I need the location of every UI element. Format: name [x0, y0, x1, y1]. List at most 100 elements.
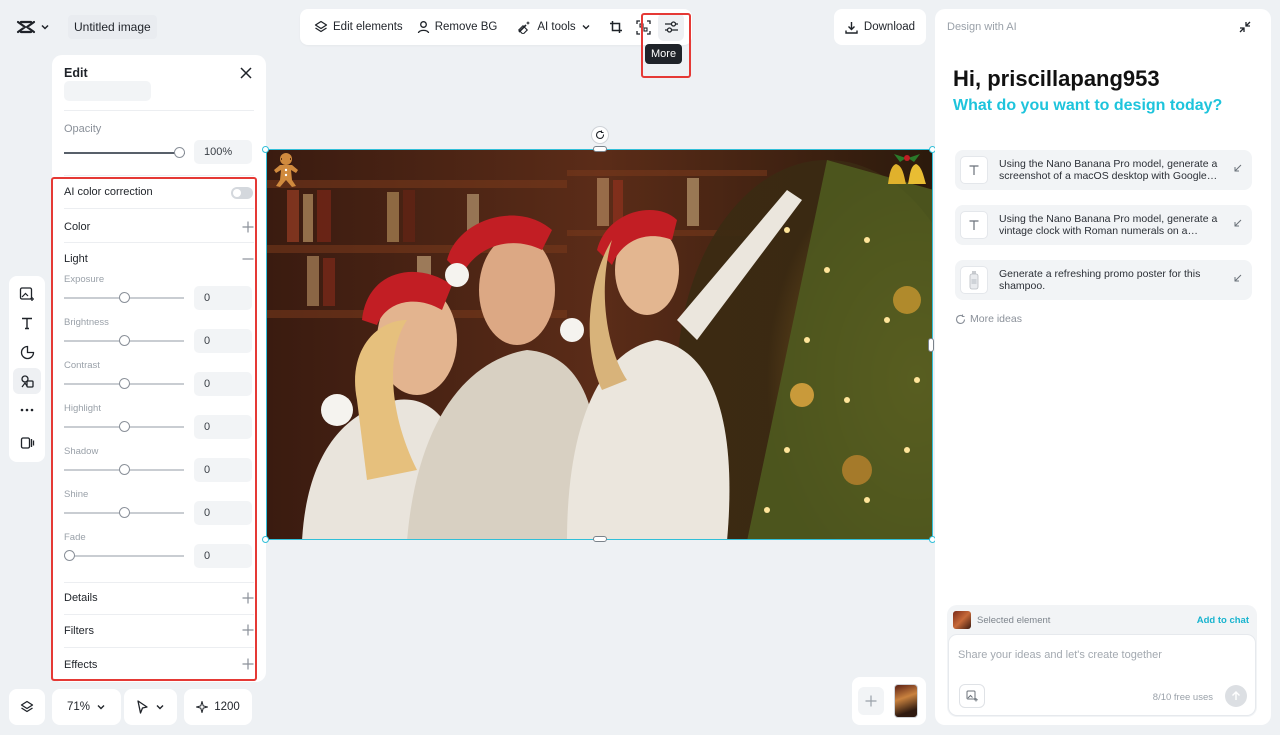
- opacity-slider-knob[interactable]: [174, 147, 185, 158]
- selected-element-label: Selected element: [977, 614, 1051, 626]
- add-to-chat-button[interactable]: Add to chat: [1197, 615, 1249, 626]
- slider-track: [64, 555, 184, 557]
- credits-value: 1200: [214, 701, 240, 713]
- adjust-value-shine[interactable]: 0: [194, 501, 252, 525]
- ai-tools-button[interactable]: AI tools: [511, 13, 596, 41]
- crop-icon: [609, 21, 622, 33]
- rotate-handle[interactable]: [591, 126, 609, 144]
- sliders-icon: [664, 21, 678, 33]
- slider-knob[interactable]: [118, 507, 130, 518]
- plus-icon: [242, 624, 254, 636]
- collapse-panel-button[interactable]: [1239, 21, 1251, 33]
- close-button[interactable]: [240, 67, 252, 79]
- resize-handle-right[interactable]: [928, 338, 934, 352]
- adjust-slider-exposure[interactable]: [64, 291, 184, 305]
- send-button[interactable]: [1225, 685, 1247, 707]
- slider-knob[interactable]: [64, 550, 75, 561]
- adjust-slider-contrast[interactable]: [64, 377, 184, 391]
- color-section-label: Color: [64, 221, 91, 233]
- edit-chip[interactable]: [64, 81, 151, 101]
- plus-icon: [242, 658, 254, 670]
- rail-more-button[interactable]: [13, 397, 41, 423]
- idea-card[interactable]: Using the Nano Banana Pro model, generat…: [955, 205, 1252, 245]
- plus-icon: [242, 221, 254, 233]
- rail-text-button[interactable]: [13, 310, 41, 336]
- rail-upload-image-button[interactable]: [13, 281, 41, 307]
- text-icon: [22, 317, 32, 330]
- bells-sticker[interactable]: [886, 150, 928, 190]
- resize-handle-top[interactable]: [593, 146, 607, 152]
- slider-knob[interactable]: [118, 464, 130, 475]
- adjust-slider-brightness[interactable]: [64, 334, 184, 348]
- smart-select-button[interactable]: [630, 13, 656, 41]
- document-title[interactable]: Untitled image: [68, 15, 157, 39]
- resize-handle-bottom[interactable]: [593, 536, 607, 542]
- adjust-value-contrast[interactable]: 0: [194, 372, 252, 396]
- idea-text: Using the Nano Banana Pro model, generat…: [999, 158, 1218, 182]
- details-expand-button[interactable]: [242, 592, 254, 604]
- resize-handle-bottom-left[interactable]: [262, 536, 269, 543]
- slider-knob[interactable]: [118, 421, 130, 432]
- zoom-control[interactable]: 71%: [52, 689, 121, 725]
- resize-handle-top-left[interactable]: [262, 146, 269, 153]
- more-button[interactable]: [658, 13, 684, 41]
- slider-knob[interactable]: [118, 335, 130, 346]
- adjust-value-highlight[interactable]: 0: [194, 415, 252, 439]
- download-button[interactable]: Download: [834, 9, 926, 45]
- selected-element-bar: Selected element Add to chat: [953, 610, 1249, 630]
- idea-card[interactable]: Generate a refreshing promo poster for t…: [955, 260, 1252, 300]
- adjust-slider-shadow[interactable]: [64, 463, 184, 477]
- adjust-value-exposure[interactable]: 0: [194, 286, 252, 310]
- chat-input[interactable]: Share your ideas and let's create togeth…: [948, 634, 1256, 716]
- filters-expand-button[interactable]: [242, 624, 254, 636]
- crop-button[interactable]: [603, 13, 629, 41]
- opacity-slider[interactable]: [64, 146, 185, 160]
- adjust-value-fade[interactable]: 0: [194, 544, 252, 568]
- edit-elements-label: Edit elements: [333, 21, 403, 33]
- adjust-label-shine: Shine: [64, 489, 89, 500]
- rail-shapes-button[interactable]: [13, 339, 41, 365]
- rail-elements-button[interactable]: [13, 368, 41, 394]
- more-ideas-button[interactable]: More ideas: [955, 313, 1022, 325]
- adjust-slider-shine[interactable]: [64, 506, 184, 520]
- person-icon: [417, 21, 429, 34]
- slider-knob[interactable]: [118, 378, 130, 389]
- effects-expand-button[interactable]: [242, 658, 254, 670]
- adjust-slider-fade[interactable]: [64, 549, 184, 563]
- rail-video-button[interactable]: [13, 430, 41, 456]
- attach-image-button[interactable]: [959, 684, 985, 708]
- idea-text: Using the Nano Banana Pro model, generat…: [999, 213, 1218, 237]
- adjust-value-brightness[interactable]: 0: [194, 329, 252, 353]
- canvas-image[interactable]: [266, 149, 933, 540]
- edit-panel: Edit Opacity 100% AI color correction Co…: [52, 55, 266, 682]
- layers-icon: [314, 20, 328, 33]
- page-strip: [852, 677, 926, 725]
- scan-icon: [636, 19, 651, 35]
- idea-card[interactable]: Using the Nano Banana Pro model, generat…: [955, 150, 1252, 190]
- edit-elements-button[interactable]: Edit elements: [308, 13, 409, 41]
- sparkle-icon: [196, 701, 209, 713]
- adjust-value-shadow[interactable]: 0: [194, 458, 252, 482]
- details-section-label: Details: [64, 592, 98, 604]
- app-header: Untitled image: [10, 12, 157, 42]
- gingerbread-sticker[interactable]: [272, 152, 300, 188]
- rotate-icon: [596, 130, 605, 140]
- color-expand-button[interactable]: [242, 221, 254, 233]
- opacity-value-field[interactable]: 100%: [194, 140, 252, 164]
- adjust-label-shadow: Shadow: [64, 446, 99, 457]
- slider-knob[interactable]: [118, 292, 130, 303]
- left-tool-rail: [9, 276, 45, 462]
- divider: [64, 582, 254, 583]
- credits-button[interactable]: 1200: [184, 689, 252, 725]
- layers-button[interactable]: [9, 689, 45, 725]
- ai-color-correction-toggle[interactable]: [231, 187, 253, 199]
- add-page-button[interactable]: [858, 687, 884, 715]
- pointer-tool-button[interactable]: [124, 689, 177, 725]
- image-add-icon: [966, 690, 978, 702]
- light-collapse-button[interactable]: [242, 253, 254, 265]
- remove-bg-button[interactable]: Remove BG: [411, 13, 504, 41]
- collapse-icon: [1239, 21, 1251, 33]
- page-thumbnail[interactable]: [894, 684, 918, 718]
- app-menu-button[interactable]: [10, 15, 56, 39]
- adjust-slider-highlight[interactable]: [64, 420, 184, 434]
